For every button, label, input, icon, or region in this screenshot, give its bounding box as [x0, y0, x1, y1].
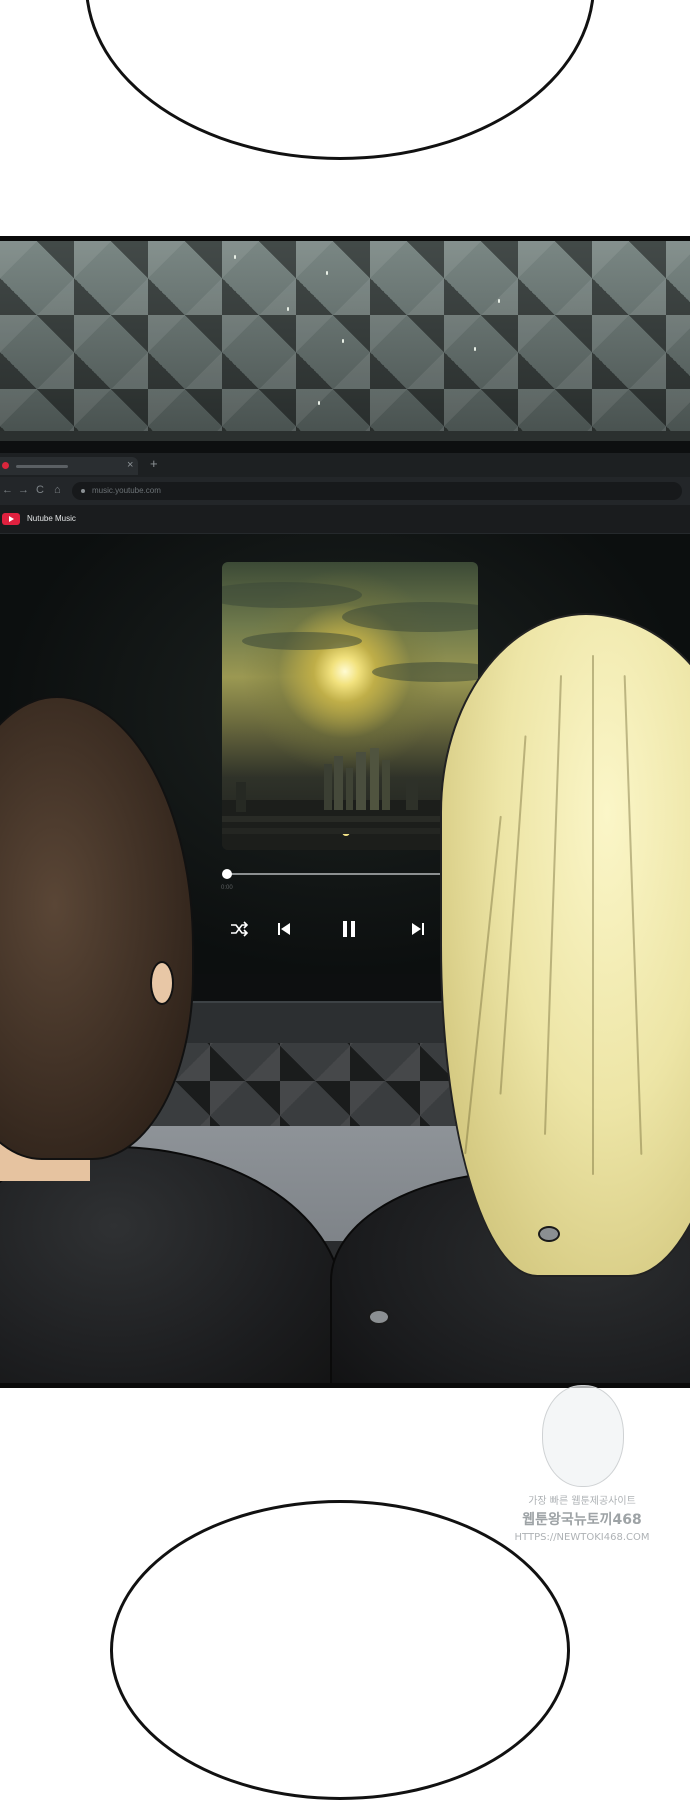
back-icon[interactable]: ← — [2, 484, 13, 497]
woman-blonde-hair — [440, 613, 690, 1277]
studio-wall-foam — [0, 241, 690, 441]
bookmark-nutube-music[interactable]: Nutube Music — [27, 513, 76, 525]
bookmark-bar: Nutube Music — [0, 505, 690, 534]
url-text: music.youtube.com — [92, 486, 161, 495]
next-icon[interactable] — [407, 918, 429, 940]
sparkle — [287, 307, 289, 311]
tab-favicon-icon — [2, 462, 9, 469]
jacket-button — [368, 1309, 390, 1325]
watermark-line-1: 가장 빠른 웹툰제공사이트 — [528, 1496, 636, 1507]
speech-bubble-bottom — [110, 1500, 570, 1800]
nutube-logo-icon — [2, 513, 20, 525]
url-input[interactable]: music.youtube.com — [72, 482, 682, 500]
progress-bar[interactable] — [226, 873, 466, 875]
man-ear — [150, 961, 174, 1005]
browser-tab[interactable]: × — [0, 457, 138, 475]
home-icon[interactable]: ⌂ — [54, 484, 61, 497]
watermark-line-2: 웹툰왕국뉴토끼468 — [522, 1512, 642, 1528]
pause-icon[interactable] — [338, 918, 360, 940]
tab-title-placeholder — [16, 465, 68, 468]
browser-tab-bar: × + — [0, 453, 690, 478]
reload-icon[interactable]: C — [36, 484, 44, 497]
sparkle — [342, 339, 344, 343]
jacket-button — [538, 1226, 560, 1242]
previous-icon[interactable] — [273, 918, 295, 940]
site-watermark: 가장 빠른 웹툰제공사이트 웹툰왕국뉴토끼468 HTTPS://NEWTOKI… — [512, 1385, 652, 1575]
watermark-line-3: HTTPS://NEWTOKI468.COM — [514, 1532, 650, 1543]
elapsed-time: 0:00 — [221, 885, 233, 891]
tab-close-icon[interactable]: × — [127, 458, 133, 472]
sparkle — [498, 299, 500, 303]
browser-address-bar: ← → C ⌂ music.youtube.com — [0, 477, 690, 505]
sparkle — [234, 255, 236, 259]
progress-knob[interactable] — [222, 869, 232, 879]
sparkle — [474, 347, 476, 351]
new-tab-icon[interactable]: + — [150, 456, 158, 472]
forward-icon[interactable]: → — [18, 484, 29, 497]
lock-icon — [81, 489, 85, 493]
comic-panel: × + ← → C ⌂ music.youtube.com Nutube Mus… — [0, 236, 690, 1388]
speech-bubble-top — [85, 0, 595, 160]
wall-edge — [0, 431, 690, 441]
watermark-mascot-icon — [542, 1385, 624, 1487]
sparkle — [326, 271, 328, 275]
sparkle — [318, 401, 320, 405]
shuffle-icon[interactable] — [228, 918, 250, 940]
